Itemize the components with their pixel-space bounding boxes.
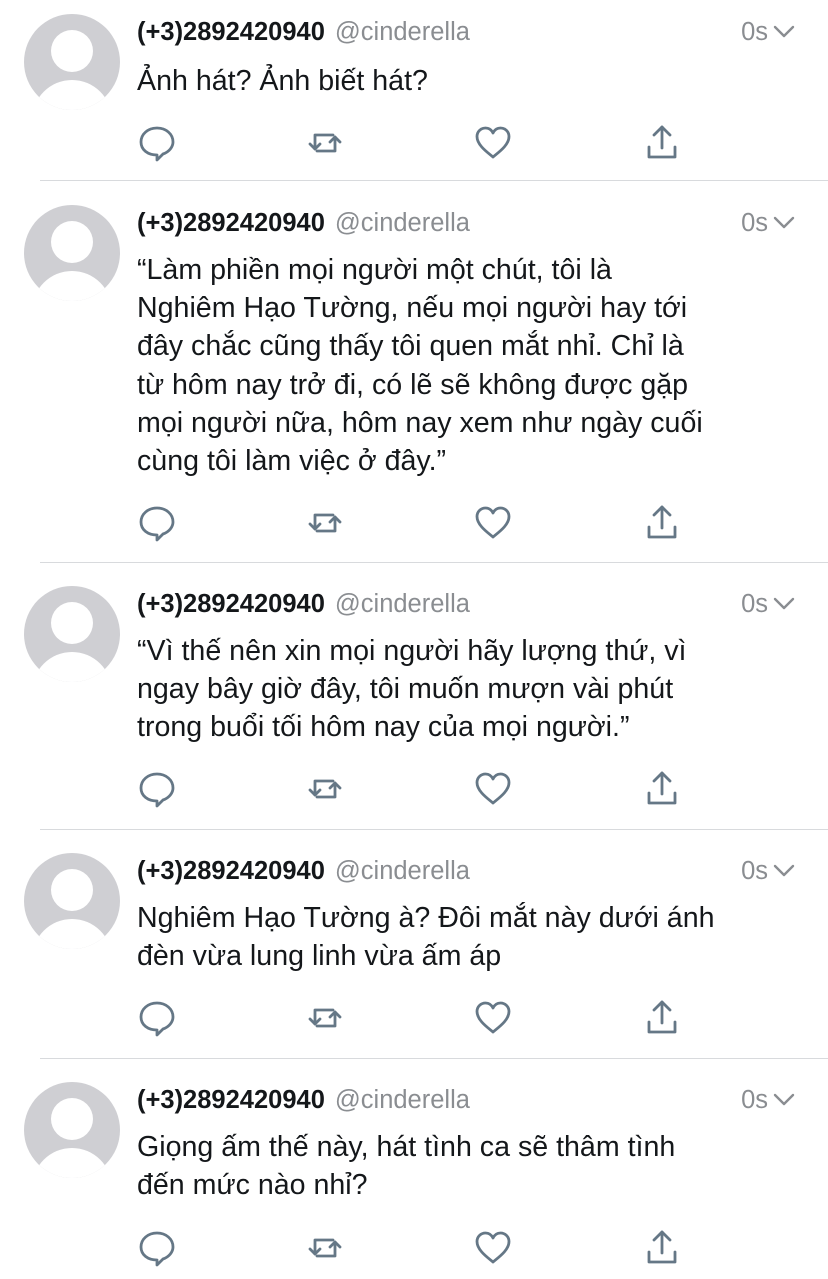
share-icon[interactable]	[642, 123, 682, 163]
heart-icon[interactable]	[473, 998, 513, 1038]
heart-icon[interactable]	[473, 769, 513, 809]
tweet-actions	[137, 1228, 697, 1268]
reply-icon[interactable]	[137, 123, 177, 163]
chevron-down-icon[interactable]	[770, 856, 798, 884]
timestamp: 0s	[741, 209, 768, 237]
avatar[interactable]	[24, 853, 120, 949]
divider	[40, 562, 828, 563]
tweet-item[interactable]: (+3)2892420940 @cinderella 0s “Làm phiền …	[0, 191, 828, 562]
tweet-item[interactable]: (+3)2892420940 @cinderella 0s Nghiêm Hạo …	[0, 839, 828, 1058]
retweet-icon[interactable]	[305, 1228, 345, 1268]
user-handle[interactable]: @cinderella	[335, 18, 470, 46]
tweet-actions	[137, 123, 697, 163]
display-name[interactable]: (+3)2892420940	[137, 590, 325, 618]
timestamp: 0s	[741, 1086, 768, 1114]
chevron-down-icon[interactable]	[770, 1085, 798, 1113]
user-handle[interactable]: @cinderella	[335, 857, 470, 885]
retweet-icon[interactable]	[305, 998, 345, 1038]
tweet-text: “Vì thế nên xin mọi người hãy lượng thứ,…	[137, 635, 687, 744]
reply-icon[interactable]	[137, 1228, 177, 1268]
reply-icon[interactable]	[137, 769, 177, 809]
share-icon[interactable]	[642, 769, 682, 809]
tweet-header: (+3)2892420940 @cinderella 0s	[137, 206, 802, 240]
divider	[40, 180, 828, 181]
retweet-icon[interactable]	[305, 123, 345, 163]
user-handle[interactable]: @cinderella	[335, 590, 470, 618]
retweet-icon[interactable]	[305, 503, 345, 543]
tweet-actions	[137, 769, 697, 809]
avatar[interactable]	[24, 14, 120, 110]
chevron-down-icon[interactable]	[770, 208, 798, 236]
heart-icon[interactable]	[473, 1228, 513, 1268]
heart-icon[interactable]	[473, 503, 513, 543]
divider	[40, 1058, 828, 1059]
tweet-actions	[137, 503, 697, 543]
retweet-icon[interactable]	[305, 769, 345, 809]
avatar[interactable]	[24, 586, 120, 682]
tweet-header: (+3)2892420940 @cinderella 0s	[137, 854, 802, 888]
divider	[40, 829, 828, 830]
share-icon[interactable]	[642, 1228, 682, 1268]
timestamp: 0s	[741, 590, 768, 618]
share-icon[interactable]	[642, 998, 682, 1038]
avatar[interactable]	[24, 1082, 120, 1178]
chevron-down-icon[interactable]	[770, 589, 798, 617]
reply-icon[interactable]	[137, 998, 177, 1038]
user-handle[interactable]: @cinderella	[335, 209, 470, 237]
tweet-text: Nghiêm Hạo Tường à? Đôi mắt này dưới ánh…	[137, 902, 715, 973]
display-name[interactable]: (+3)2892420940	[137, 1086, 325, 1114]
avatar[interactable]	[24, 205, 120, 301]
heart-icon[interactable]	[473, 123, 513, 163]
tweet-item[interactable]: (+3)2892420940 @cinderella 0s Ảnh hát? Ản…	[0, 0, 828, 181]
tweet-feed: (+3)2892420940 @cinderella 0s Ảnh hát? Ản…	[0, 0, 828, 1279]
tweet-header: (+3)2892420940 @cinderella 0s	[137, 587, 802, 621]
chevron-down-icon[interactable]	[770, 17, 798, 45]
tweet-item[interactable]: (+3)2892420940 @cinderella 0s “Vì thế nên…	[0, 572, 828, 829]
user-handle[interactable]: @cinderella	[335, 1086, 470, 1114]
tweet-text: Giọng ấm thế này, hát tình ca sẽ thâm tì…	[137, 1131, 676, 1202]
timestamp: 0s	[741, 857, 768, 885]
tweet-text: Ảnh hát? Ảnh biết hát?	[137, 65, 428, 97]
reply-icon[interactable]	[137, 503, 177, 543]
share-icon[interactable]	[642, 503, 682, 543]
display-name[interactable]: (+3)2892420940	[137, 857, 325, 885]
tweet-item[interactable]: (+3)2892420940 @cinderella 0s Giọng ấm th…	[0, 1068, 828, 1279]
timestamp: 0s	[741, 18, 768, 46]
tweet-text: “Làm phiền mọi người một chút, tôi là Ng…	[137, 254, 703, 478]
tweet-header: (+3)2892420940 @cinderella 0s	[137, 15, 802, 49]
tweet-header: (+3)2892420940 @cinderella 0s	[137, 1083, 802, 1117]
tweet-actions	[137, 998, 697, 1038]
display-name[interactable]: (+3)2892420940	[137, 18, 325, 46]
display-name[interactable]: (+3)2892420940	[137, 209, 325, 237]
